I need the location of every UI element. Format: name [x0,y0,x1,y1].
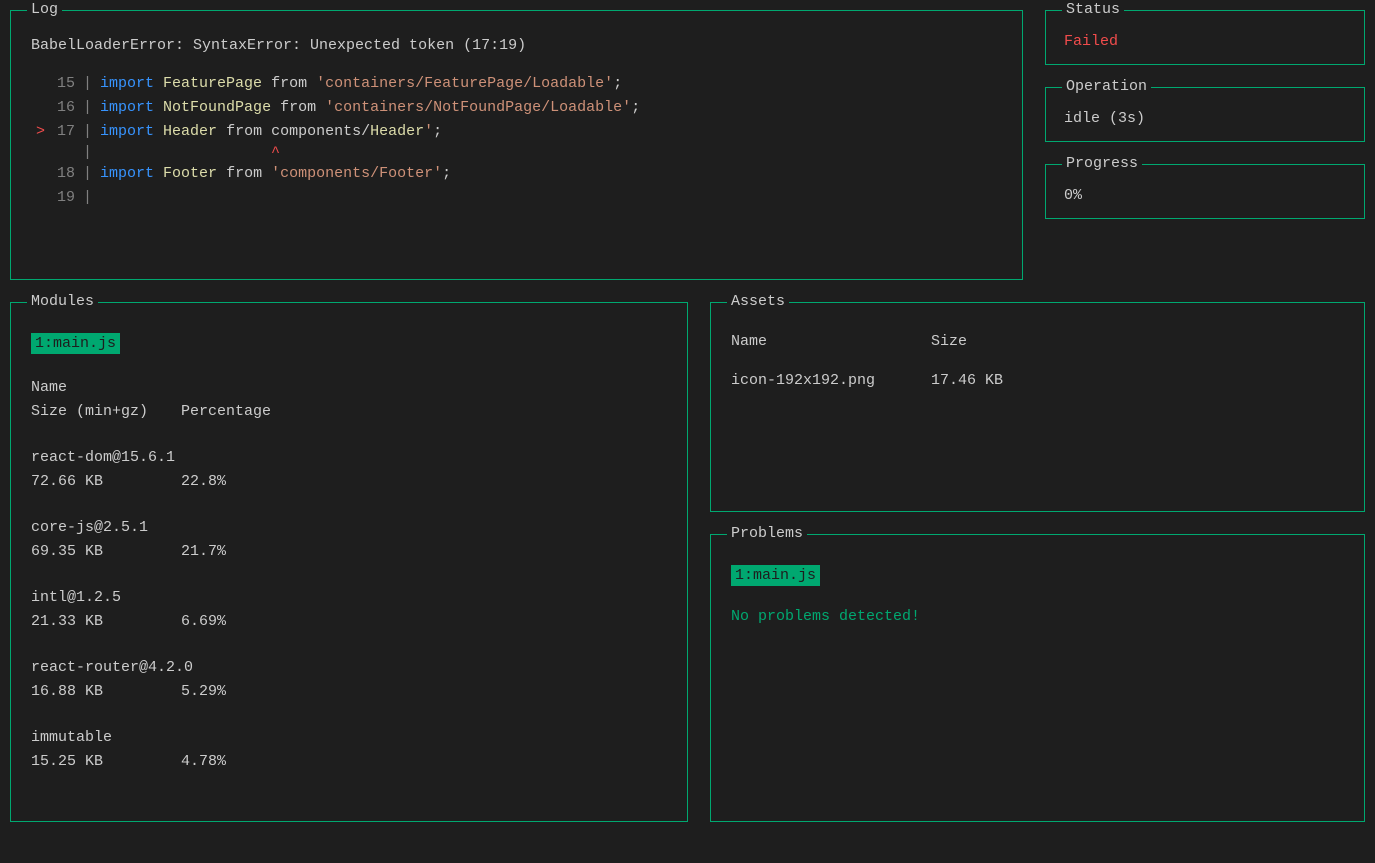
log-panel: Log BabelLoaderError: SyntaxError: Unexp… [10,10,1023,280]
status-title: Status [1062,1,1124,18]
progress-panel: Progress 0% [1045,164,1365,219]
module-row: react-dom@15.6.1 72.66 KB22.8% [31,446,667,494]
problems-badge[interactable]: 1:main.js [731,565,820,586]
log-error-header: BabelLoaderError: SyntaxError: Unexpecte… [31,37,1002,54]
asset-row: icon-192x192.png17.46 KB [731,372,1344,389]
operation-panel: Operation idle (3s) [1045,87,1365,142]
code-line-18: 18|import Footer from 'components/Footer… [31,162,1002,186]
problems-message: No problems detected! [731,608,1344,625]
code-line-15: 15|import FeaturePage from 'containers/F… [31,72,1002,96]
assets-headers: NameSize [731,333,1344,350]
modules-headers: Name Size (min+gz)Percentage [31,376,667,424]
assets-title: Assets [727,293,789,310]
module-row: react-router@4.2.0 16.88 KB5.29% [31,656,667,704]
module-row: intl@1.2.5 21.33 KB6.69% [31,586,667,634]
status-value: Failed [1064,33,1346,50]
problems-title: Problems [727,525,807,542]
log-title: Log [27,1,62,18]
progress-title: Progress [1062,155,1142,172]
status-panel: Status Failed [1045,10,1365,65]
assets-panel: Assets NameSize icon-192x192.png17.46 KB [710,302,1365,512]
module-row: immutable 15.25 KB4.78% [31,726,667,774]
modules-panel: Modules 1:main.js Name Size (min+gz)Perc… [10,302,688,822]
modules-badge[interactable]: 1:main.js [31,333,120,354]
progress-value: 0% [1064,187,1346,204]
operation-title: Operation [1062,78,1151,95]
code-line-17: >17|import Header from components/Header… [31,120,1002,144]
code-caret-line: |import Header from ^ [31,144,1002,162]
code-line-19: 19| [31,186,1002,210]
problems-panel: Problems 1:main.js No problems detected! [710,534,1365,822]
code-line-16: 16|import NotFoundPage from 'containers/… [31,96,1002,120]
modules-title: Modules [27,293,98,310]
operation-value: idle (3s) [1064,110,1346,127]
module-row: core-js@2.5.1 69.35 KB21.7% [31,516,667,564]
